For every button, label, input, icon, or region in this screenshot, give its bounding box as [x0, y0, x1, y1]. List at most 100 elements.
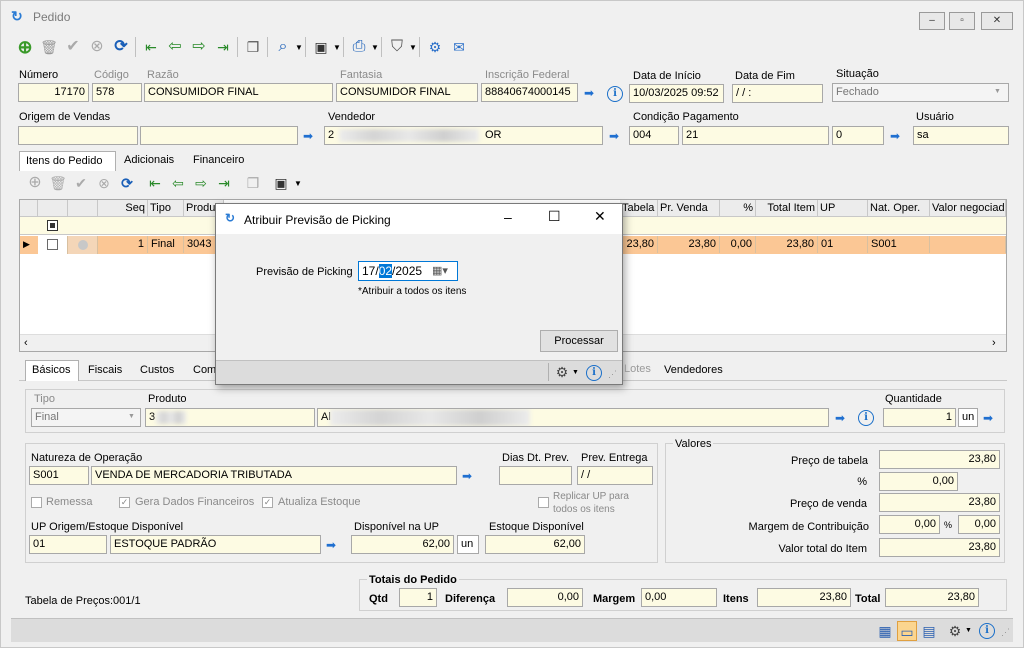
- delete-icon[interactable]: 🗑: [39, 37, 59, 57]
- margem-field[interactable]: 0,00: [879, 515, 940, 534]
- arrow-right-icon[interactable]: ➡: [981, 411, 995, 425]
- form-view-icon[interactable]: ▭: [897, 621, 917, 641]
- next-icon[interactable]: ⇨: [191, 173, 211, 193]
- first-icon[interactable]: ⇤: [141, 37, 161, 57]
- chevron-down-icon[interactable]: ▼: [965, 627, 972, 634]
- print-icon[interactable]: ⎙: [349, 37, 369, 57]
- grid-header-seq[interactable]: Seq: [98, 200, 148, 217]
- arrow-right-icon[interactable]: ➡: [301, 129, 315, 143]
- prev-icon[interactable]: ⇦: [165, 37, 185, 57]
- tab-basicos[interactable]: Básicos: [25, 360, 79, 381]
- tab-lotes[interactable]: Lotes: [624, 363, 651, 375]
- valor-total-field[interactable]: 23,80: [879, 538, 1000, 557]
- arrow-right-icon[interactable]: ➡: [460, 469, 474, 483]
- row-checkbox[interactable]: [47, 239, 58, 250]
- info-icon[interactable]: i: [858, 410, 874, 426]
- chevron-down-icon[interactable]: ▼: [333, 43, 341, 52]
- info-icon[interactable]: i: [979, 623, 995, 639]
- arrow-right-icon[interactable]: ➡: [324, 538, 338, 552]
- confirm-icon[interactable]: ✔: [63, 37, 83, 57]
- send-icon[interactable]: ✉: [449, 37, 469, 57]
- grid-view-icon[interactable]: ▦: [875, 621, 895, 641]
- add-icon[interactable]: ⊕: [25, 173, 45, 193]
- origem-code-field[interactable]: [18, 126, 138, 145]
- tipo-select[interactable]: Final: [31, 408, 141, 427]
- grid-header-tipo[interactable]: Tipo: [148, 200, 184, 217]
- grid-header-nat-oper[interactable]: Nat. Oper.: [868, 200, 930, 217]
- dialog-minimize-button[interactable]: –: [504, 209, 512, 225]
- options-icon[interactable]: ▣: [271, 173, 291, 193]
- refresh-icon[interactable]: ⟳: [117, 173, 137, 193]
- chevron-down-icon[interactable]: ▼: [994, 88, 1001, 95]
- numero-field[interactable]: 17170: [18, 83, 89, 102]
- picking-date-field[interactable]: 17/02/2025 ▦▾: [358, 261, 458, 281]
- info-icon[interactable]: i: [586, 365, 602, 381]
- quantidade-field[interactable]: 1: [883, 408, 956, 427]
- chevron-down-icon[interactable]: ▼: [371, 43, 379, 52]
- add-icon[interactable]: ⊕: [15, 37, 35, 57]
- dialog-close-button[interactable]: ✕: [594, 208, 606, 225]
- origem-desc-field[interactable]: [140, 126, 298, 145]
- replicar-checkbox[interactable]: [538, 497, 549, 508]
- confirm-icon[interactable]: ✔: [71, 173, 91, 193]
- situacao-select[interactable]: Fechado: [832, 83, 1009, 102]
- tab-itens-pedido[interactable]: Itens do Pedido: [19, 151, 116, 171]
- tab-adicionais[interactable]: Adicionais: [118, 151, 180, 171]
- copy-icon[interactable]: ❐: [243, 173, 263, 193]
- grid-header-pct[interactable]: %: [720, 200, 756, 217]
- delete-icon[interactable]: 🗑: [48, 173, 68, 193]
- arrow-right-icon[interactable]: ➡: [582, 86, 596, 100]
- minimize-button[interactable]: ‒: [919, 12, 945, 30]
- arrow-right-icon[interactable]: ➡: [607, 129, 621, 143]
- resize-grip-icon[interactable]: ⋰: [1001, 627, 1010, 638]
- tab-custos[interactable]: Custos: [134, 361, 180, 381]
- chevron-down-icon[interactable]: ▼: [128, 413, 135, 420]
- preco-tabela-field[interactable]: 23,80: [879, 450, 1000, 469]
- resize-grip-icon[interactable]: ⋰: [608, 369, 617, 380]
- settings-icon[interactable]: ⚙: [945, 621, 965, 641]
- produto-desc-field[interactable]: Al: [317, 408, 829, 427]
- cancel-icon[interactable]: ⊗: [94, 173, 114, 193]
- tab-financeiro[interactable]: Financeiro: [187, 151, 250, 171]
- settings-icon[interactable]: ⚙: [552, 362, 572, 382]
- up-origem-desc-field[interactable]: ESTOQUE PADRÃO: [110, 535, 321, 554]
- prev-icon[interactable]: ⇦: [168, 173, 188, 193]
- atualiza-checkbox[interactable]: ✓: [262, 497, 273, 508]
- vendedor-field[interactable]: 2 OR: [324, 126, 603, 145]
- dialog-maximize-button[interactable]: ☐: [548, 208, 561, 225]
- calendar-icon[interactable]: ▦▾: [432, 264, 448, 277]
- filter-icon[interactable]: ⛉: [387, 37, 407, 57]
- pct-field[interactable]: 0,00: [879, 472, 958, 491]
- scroll-left-icon[interactable]: ‹: [24, 337, 28, 349]
- arrow-right-icon[interactable]: ➡: [833, 411, 847, 425]
- info-icon[interactable]: i: [607, 86, 623, 102]
- up-origem-code-field[interactable]: 01: [29, 535, 107, 554]
- grid-header-pr-venda[interactable]: Pr. Venda: [658, 200, 720, 217]
- row-check-cell[interactable]: [38, 236, 68, 254]
- copy-icon[interactable]: ❐: [243, 37, 263, 57]
- restore-button[interactable]: ▫: [949, 12, 975, 30]
- scroll-right-icon[interactable]: ›: [992, 337, 996, 349]
- preco-venda-field[interactable]: 23,80: [879, 493, 1000, 512]
- natureza-desc-field[interactable]: VENDA DE MERCADORIA TRIBUTADA: [91, 466, 457, 485]
- tools-icon[interactable]: ⚙: [425, 37, 445, 57]
- condicao-field[interactable]: 21: [682, 126, 829, 145]
- fantasia-field[interactable]: CONSUMIDOR FINAL: [336, 83, 478, 102]
- produto-code-field[interactable]: 3: [145, 408, 315, 427]
- grid-header-valor-negociado[interactable]: Valor negociad: [930, 200, 1006, 217]
- chevron-down-icon[interactable]: ▼: [294, 179, 302, 188]
- grid-header-tabela[interactable]: Tabela: [620, 200, 658, 217]
- chevron-down-icon[interactable]: ▼: [295, 43, 303, 52]
- data-fim-field[interactable]: / / :: [732, 84, 823, 103]
- dias-prev-field[interactable]: [499, 466, 572, 485]
- codigo-field[interactable]: 578: [92, 83, 142, 102]
- cancel-icon[interactable]: ⊗: [87, 37, 107, 57]
- prev-entrega-field[interactable]: / /: [577, 466, 653, 485]
- gera-fin-checkbox[interactable]: ✓: [119, 497, 130, 508]
- refresh-icon[interactable]: ⟳: [111, 37, 131, 57]
- inscricao-field[interactable]: 88840674000145: [481, 83, 578, 102]
- split-view-icon[interactable]: ▤: [919, 621, 939, 641]
- next-icon[interactable]: ⇨: [189, 37, 209, 57]
- last-icon[interactable]: ⇥: [213, 37, 233, 57]
- chevron-down-icon[interactable]: ▼: [409, 43, 417, 52]
